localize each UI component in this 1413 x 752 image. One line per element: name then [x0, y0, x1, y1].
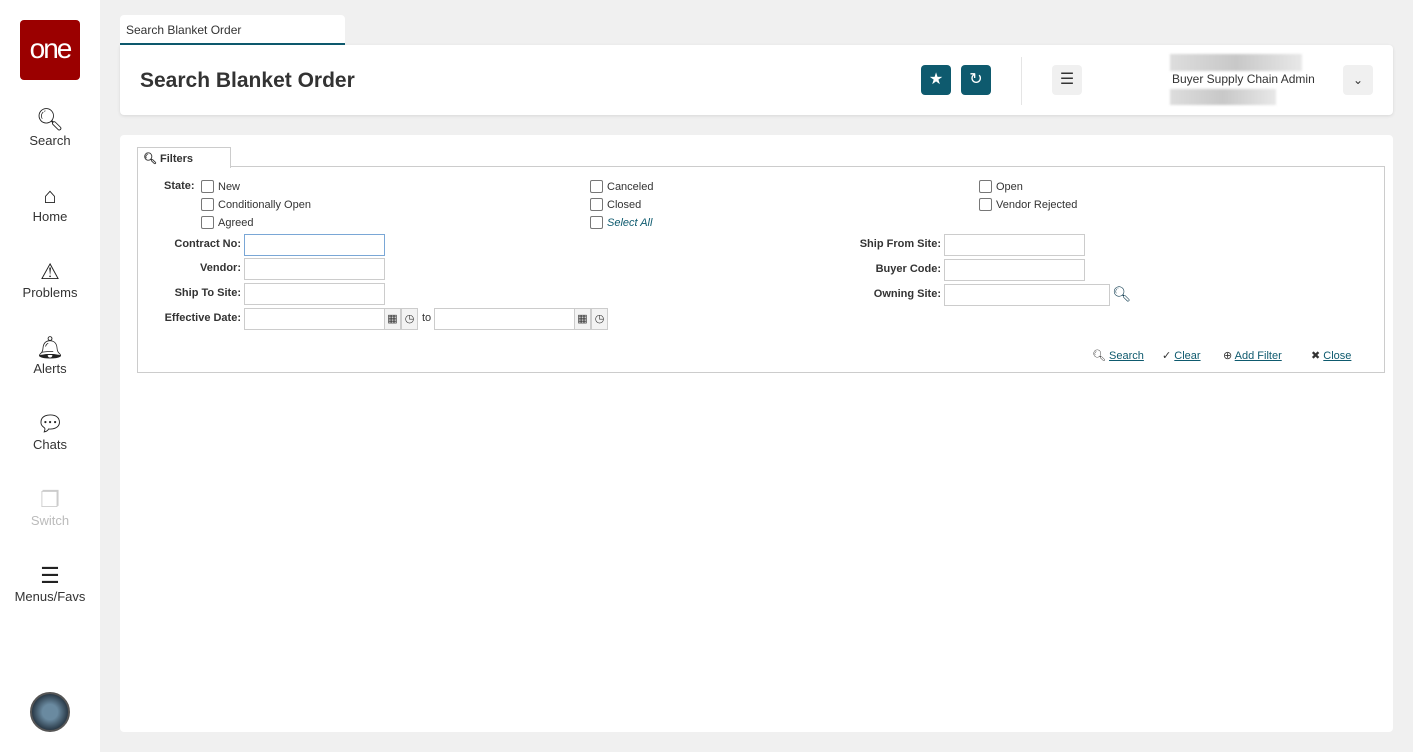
divider: [1021, 57, 1022, 105]
buyer-code-label: Buyer Code:: [875, 263, 941, 275]
refresh-icon: ↻: [969, 71, 983, 88]
checkbox-label: Canceled: [607, 180, 654, 193]
bell-icon: 🔔︎: [36, 335, 64, 360]
checkbox-label: Select All: [607, 216, 653, 229]
to-label: to: [422, 312, 432, 324]
avatar[interactable]: [30, 692, 70, 732]
owning-site-label: Owning Site:: [873, 288, 941, 300]
close-link[interactable]: ✖ Close: [1311, 349, 1351, 362]
search-icon: 🔍︎: [36, 107, 64, 132]
page-header: Search Blanket Order ★ ↻ ☰ Buyer Supply …: [120, 45, 1393, 115]
select-all-checkbox[interactable]: Select All: [590, 216, 652, 229]
vendor-input[interactable]: [244, 258, 385, 280]
sidebar-item-label: Home: [32, 209, 68, 224]
chevron-down-icon: ⌄: [1352, 73, 1364, 87]
sidebar-item-label: Search: [29, 133, 71, 148]
user-org-redacted: [1170, 89, 1276, 105]
sidebar: one 🔍︎ Search ⌂ Home ⚠ Problems 🔔︎ Alerts 💬︎…: [0, 0, 100, 752]
hamburger-icon: ☰: [1059, 71, 1075, 88]
calendar-icon[interactable]: ▦: [384, 308, 401, 330]
tab-search-blanket-order[interactable]: Search Blanket Order: [120, 15, 345, 45]
state-canceled-checkbox[interactable]: Canceled: [590, 180, 653, 193]
sidebar-item-label: Chats: [33, 437, 67, 452]
ship-from-site-label: Ship From Site:: [859, 238, 941, 250]
user-dropdown-button[interactable]: ⌄: [1343, 65, 1373, 95]
contract-no-label: Contract No:: [174, 238, 241, 250]
user-role: Buyer Supply Chain Admin: [1172, 72, 1315, 86]
sidebar-item-label: Switch: [30, 513, 70, 528]
filters-tab-label: Filters: [160, 153, 194, 165]
close-link-label: Close: [1323, 350, 1352, 362]
lookup-zoom-icon[interactable]: 🔍︎: [1112, 285, 1131, 303]
sidebar-item-label: Alerts: [33, 361, 67, 376]
sidebar-item-label: Problems: [22, 285, 78, 300]
sidebar-item-home[interactable]: ⌂ Home: [0, 183, 100, 224]
ship-from-site-input[interactable]: [944, 234, 1085, 256]
state-label: State:: [164, 180, 195, 192]
search-icon: 🔍︎: [1092, 350, 1106, 362]
star-icon: ★: [928, 71, 944, 88]
add-filter-link-label: Add Filter: [1234, 350, 1282, 362]
ship-to-site-input[interactable]: [244, 283, 385, 305]
sidebar-item-switch[interactable]: ❐ Switch: [0, 487, 100, 528]
filters-panel: State: New Conditionally Open Agreed Can…: [137, 166, 1385, 373]
close-icon: ✖: [1311, 350, 1321, 362]
clear-link[interactable]: ✓ Clear: [1162, 349, 1201, 362]
tab-filters[interactable]: 🔍︎ Filters: [137, 147, 231, 168]
sidebar-item-search[interactable]: 🔍︎ Search: [0, 107, 100, 148]
state-conditionally-open-checkbox[interactable]: Conditionally Open: [201, 198, 311, 211]
buyer-code-input[interactable]: [944, 259, 1085, 281]
add-filter-link[interactable]: ⊕ Add Filter: [1223, 349, 1282, 362]
user-name-redacted: [1170, 54, 1302, 71]
search-link-label: Search: [1109, 350, 1144, 362]
checkbox-label: New: [218, 180, 241, 193]
effective-date-from-input[interactable]: [244, 308, 385, 330]
checkbox-label: Conditionally Open: [218, 198, 311, 211]
favorite-button[interactable]: ★: [921, 65, 951, 95]
checkbox-label: Open: [996, 180, 1023, 193]
home-icon: ⌂: [43, 183, 57, 208]
broom-icon: ✓: [1162, 350, 1172, 362]
contract-no-input[interactable]: [244, 234, 385, 256]
checkbox-label: Vendor Rejected: [996, 198, 1078, 211]
warning-icon: ⚠: [40, 259, 60, 284]
sidebar-item-label: Menus/Favs: [14, 589, 86, 604]
effective-date-to-input[interactable]: [434, 308, 575, 330]
main-panel: 🔍︎ Filters State: New Conditionally Open…: [120, 135, 1393, 732]
checkbox-label: Agreed: [218, 216, 254, 229]
vendor-label: Vendor:: [200, 262, 241, 274]
sidebar-item-menus-favs[interactable]: ☰ Menus/Favs: [0, 563, 100, 604]
menu-button[interactable]: ☰: [1052, 65, 1082, 95]
search-icon: 🔍︎: [143, 153, 157, 165]
clock-icon[interactable]: ◷: [401, 308, 418, 330]
state-open-checkbox[interactable]: Open: [979, 180, 1023, 193]
ship-to-site-label: Ship To Site:: [174, 287, 241, 299]
state-vendor-rejected-checkbox[interactable]: Vendor Rejected: [979, 198, 1077, 211]
sidebar-item-problems[interactable]: ⚠ Problems: [0, 259, 100, 300]
search-link[interactable]: 🔍︎ Search: [1092, 349, 1144, 362]
sidebar-item-alerts[interactable]: 🔔︎ Alerts: [0, 335, 100, 376]
plus-circle-icon: ⊕: [1223, 350, 1233, 362]
calendar-icon[interactable]: ▦: [574, 308, 591, 330]
state-agreed-checkbox[interactable]: Agreed: [201, 216, 253, 229]
owning-site-input[interactable]: [944, 284, 1110, 306]
chat-icon: 💬︎: [36, 411, 64, 436]
switch-icon: ❐: [40, 487, 60, 512]
one-logo[interactable]: one: [20, 20, 80, 80]
clock-icon[interactable]: ◷: [591, 308, 608, 330]
state-new-checkbox[interactable]: New: [201, 180, 240, 193]
menu-icon: ☰: [40, 563, 60, 588]
effective-date-label: Effective Date:: [164, 312, 241, 324]
page-title: Search Blanket Order: [140, 69, 355, 92]
checkbox-label: Closed: [607, 198, 642, 211]
refresh-button[interactable]: ↻: [961, 65, 991, 95]
sidebar-item-chats[interactable]: 💬︎ Chats: [0, 411, 100, 452]
state-closed-checkbox[interactable]: Closed: [590, 198, 641, 211]
clear-link-label: Clear: [1174, 350, 1201, 362]
